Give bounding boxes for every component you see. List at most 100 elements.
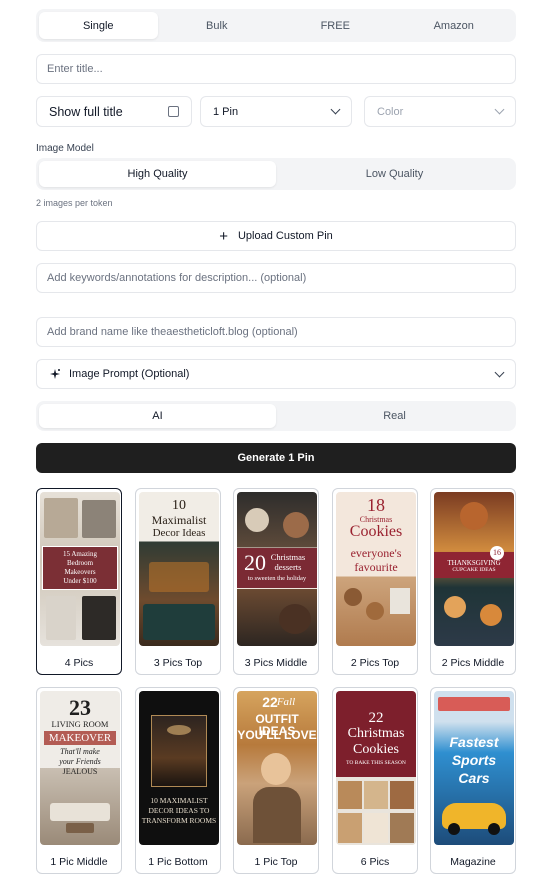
- pin-count-value: 1 Pin: [213, 105, 239, 118]
- template-card-1-pic-top[interactable]: 22 Fall OUTFIT IDEAS YOU'LL LOVE 1 Pic T…: [233, 687, 319, 874]
- upload-custom-pin-button[interactable]: + Upload Custom Pin: [36, 221, 516, 251]
- template-art-text: Cookies: [349, 523, 403, 540]
- option-low-quality[interactable]: Low Quality: [276, 161, 513, 187]
- brand-input[interactable]: Add brand name like theaestheticloft.blo…: [36, 317, 516, 347]
- template-art-text: MAKEOVER: [48, 732, 112, 744]
- chevron-down-icon: [494, 104, 505, 115]
- template-preview: 15 Amazing Bedroom Makeovers Under $100: [40, 492, 120, 646]
- template-art-text: Fall: [276, 696, 296, 708]
- template-caption: 3 Pics Middle: [244, 657, 308, 669]
- template-art-text: 16: [490, 546, 504, 560]
- template-caption: 2 Pics Middle: [441, 657, 505, 669]
- template-art-text: That'll make: [60, 747, 100, 756]
- template-art-text: Christmas: [270, 552, 306, 562]
- image-model-toggle: High Quality Low Quality: [36, 158, 516, 190]
- generate-button[interactable]: Generate 1 Pin: [36, 443, 516, 473]
- template-art-text: to sweeten the holiday: [247, 575, 307, 582]
- template-card-magazine[interactable]: Fastest Sports Cars Magazine: [430, 687, 516, 874]
- template-preview: 10 MAXIMALIST DECOR IDEAS TO TRANSFORM R…: [139, 691, 219, 845]
- template-preview: 22 Christmas Cookies TO BAKE THIS SEASON: [336, 691, 416, 845]
- brand-placeholder: Add brand name like theaestheticloft.blo…: [47, 326, 298, 338]
- template-art-text: 18: [367, 495, 385, 515]
- style-toggle: AI Real: [36, 401, 516, 431]
- template-card-3-pics-top[interactable]: 10 Maximalist Decor Ideas 3 Pics Top: [135, 488, 221, 675]
- color-placeholder: Color: [377, 105, 404, 118]
- image-prompt-label: Image Prompt (Optional): [69, 368, 190, 380]
- keywords-input[interactable]: Add keywords/annotations for description…: [36, 263, 516, 293]
- template-art-text: everyone's: [350, 546, 402, 560]
- template-caption: 1 Pic Bottom: [148, 856, 208, 868]
- pin-count-select[interactable]: 1 Pin: [200, 96, 352, 127]
- template-card-3-pics-middle[interactable]: 20 Christmas desserts to sweeten the hol…: [233, 488, 319, 675]
- template-art-text: LIVING ROOM: [51, 719, 109, 729]
- template-card-4-pics[interactable]: 15 Amazing Bedroom Makeovers Under $100 …: [36, 488, 122, 675]
- image-prompt-dropdown[interactable]: Image Prompt (Optional): [36, 359, 516, 389]
- title-input-placeholder: Enter title...: [47, 63, 103, 75]
- template-caption: 3 Pics Top: [153, 657, 203, 669]
- template-preview: 22 Fall OUTFIT IDEAS YOU'LL LOVE: [237, 691, 317, 845]
- option-real[interactable]: Real: [276, 404, 513, 428]
- chevron-down-icon: [494, 367, 505, 377]
- template-art-text: Cars: [458, 770, 490, 786]
- template-caption: Magazine: [450, 856, 496, 868]
- template-art-text: TO BAKE THIS SEASON: [346, 760, 406, 766]
- template-preview: 23 LIVING ROOM MAKEOVER That'll make you…: [40, 691, 120, 845]
- template-art-text: 15 Amazing: [62, 550, 98, 558]
- template-art-text: Bedroom: [66, 559, 94, 567]
- title-input[interactable]: Enter title...: [36, 54, 516, 84]
- upload-custom-pin-label: Upload Custom Pin: [237, 230, 333, 242]
- template-art-text: Makeovers: [64, 568, 96, 576]
- template-card-1-pic-bottom[interactable]: 10 MAXIMALIST DECOR IDEAS TO TRANSFORM R…: [135, 687, 221, 874]
- template-art-text: THANKSGIVING: [447, 559, 501, 567]
- template-art-text: JEALOUS: [62, 767, 98, 776]
- tab-bulk[interactable]: Bulk: [158, 12, 277, 39]
- template-card-6-pics[interactable]: 22 Christmas Cookies TO BAKE THIS SEASON…: [332, 687, 418, 874]
- template-art-text: CUPCAKE IDEAS: [452, 567, 496, 573]
- template-art-text: Cookies: [353, 742, 399, 757]
- template-art-text: 22: [368, 710, 384, 726]
- template-preview: 18 Christmas Cookies everyone's favourit…: [336, 492, 416, 646]
- generate-label: Generate 1 Pin: [237, 452, 315, 464]
- template-caption: 6 Pics: [360, 856, 390, 868]
- keywords-placeholder: Add keywords/annotations for description…: [47, 272, 307, 284]
- template-art-text: Under $100: [63, 577, 97, 585]
- template-preview: Fastest Sports Cars: [434, 691, 514, 845]
- plus-icon: +: [219, 227, 228, 245]
- template-preview: 20 Christmas desserts to sweeten the hol…: [237, 492, 317, 646]
- show-full-title-toggle[interactable]: Show full title: [36, 96, 192, 127]
- template-preview: 10 Maximalist Decor Ideas: [139, 492, 219, 646]
- tab-amazon[interactable]: Amazon: [395, 12, 514, 39]
- option-ai[interactable]: AI: [39, 404, 276, 428]
- template-art-text: Decor Ideas: [152, 527, 206, 539]
- template-art-text: desserts: [274, 562, 302, 572]
- template-art-text: Sports: [451, 752, 497, 768]
- template-caption: 1 Pic Top: [254, 856, 298, 868]
- template-art-text: TRANSFORM ROOMS: [141, 816, 217, 825]
- show-full-title-label: Show full title: [49, 104, 123, 119]
- template-art-text: YOU'LL LOVE: [237, 728, 317, 742]
- template-art-text: 10 MAXIMALIST: [150, 796, 208, 805]
- mode-tabs: Single Bulk FREE Amazon: [36, 9, 516, 42]
- template-art-text: Fastest: [449, 734, 499, 750]
- template-card-2-pics-top[interactable]: 18 Christmas Cookies everyone's favourit…: [332, 488, 418, 675]
- template-art-text: 10: [172, 498, 186, 513]
- sparkles-icon: [50, 369, 60, 379]
- template-art-text: Christmas: [347, 726, 405, 741]
- template-art-text: your Friends: [59, 757, 101, 766]
- template-caption: 1 Pic Middle: [50, 856, 108, 868]
- template-caption: 2 Pics Top: [350, 657, 400, 669]
- template-art-text: favourite: [354, 560, 398, 574]
- color-select[interactable]: Color: [364, 96, 516, 127]
- template-card-1-pic-middle[interactable]: 23 LIVING ROOM MAKEOVER That'll make you…: [36, 687, 122, 874]
- tab-free[interactable]: FREE: [276, 12, 395, 39]
- image-model-label: Image Model: [36, 143, 94, 154]
- tab-single[interactable]: Single: [39, 12, 158, 39]
- tokens-hint: 2 images per token: [36, 198, 113, 208]
- template-art-text: Maximalist: [151, 513, 207, 527]
- chevron-down-icon: [330, 104, 341, 115]
- template-art-text: DECOR IDEAS TO: [148, 806, 210, 815]
- template-art-text: 23: [69, 695, 91, 720]
- template-card-2-pics-middle[interactable]: 16 THANKSGIVING CUPCAKE IDEAS 2 Pics Mid…: [430, 488, 516, 675]
- show-full-title-checkbox[interactable]: [168, 106, 179, 117]
- option-high-quality[interactable]: High Quality: [39, 161, 276, 187]
